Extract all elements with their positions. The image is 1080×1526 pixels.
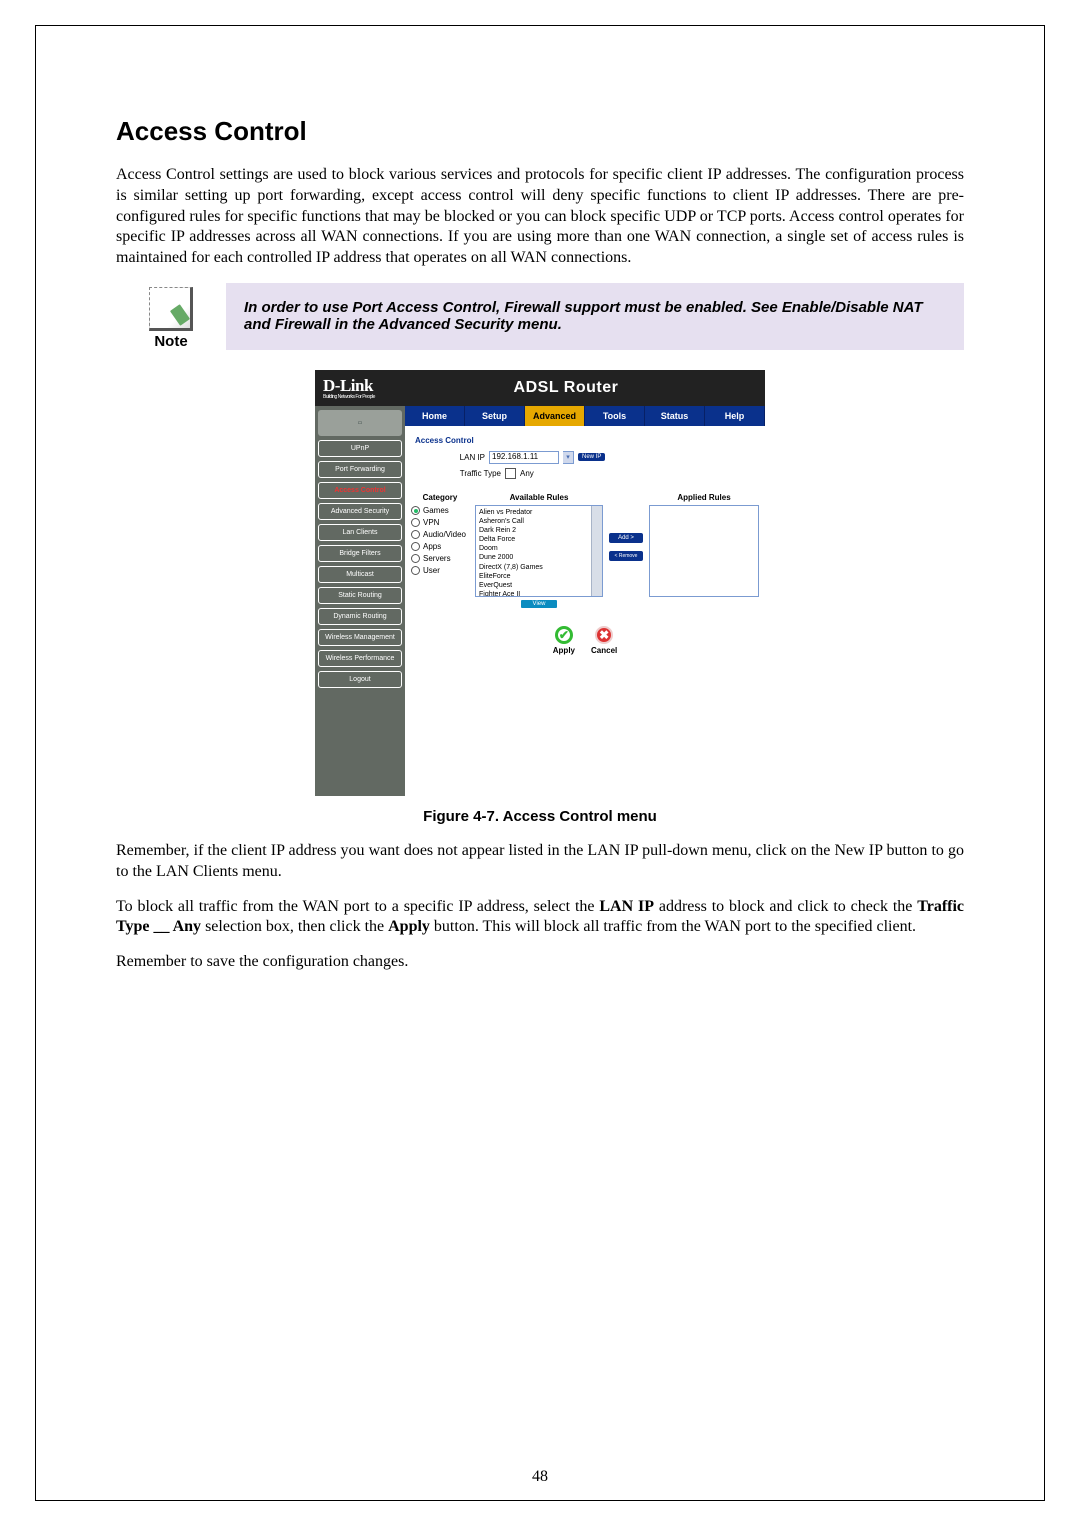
- add-button[interactable]: Add >: [609, 533, 643, 543]
- radio-vpn[interactable]: [411, 518, 420, 527]
- traffic-any-checkbox[interactable]: [505, 468, 516, 479]
- remove-button[interactable]: < Remove: [609, 551, 643, 561]
- sidebar-item-wireless-performance[interactable]: Wireless Performance: [318, 650, 402, 667]
- list-item[interactable]: Alien vs Predator: [479, 508, 599, 517]
- note-label: Note: [116, 333, 226, 350]
- paragraph-block-traffic: To block all traffic from the WAN port t…: [116, 897, 964, 939]
- close-icon: ✖: [595, 626, 613, 644]
- radio-servers[interactable]: [411, 554, 420, 563]
- page-heading: Access Control: [116, 116, 964, 147]
- list-item[interactable]: Fighter Ace II: [479, 590, 599, 597]
- tab-status[interactable]: Status: [645, 406, 705, 426]
- category-header: Category: [411, 493, 469, 502]
- radio-audiovideo[interactable]: [411, 530, 420, 539]
- radio-apps[interactable]: [411, 542, 420, 551]
- sidebar-item-multicast[interactable]: Multicast: [318, 566, 402, 583]
- paragraph-remember-ip: Remember, if the client IP address you w…: [116, 841, 964, 883]
- list-item[interactable]: EverQuest: [479, 581, 599, 590]
- applied-rules-list[interactable]: [649, 505, 759, 597]
- traffic-any-label: Any: [520, 469, 534, 478]
- top-tabs: Home Setup Advanced Tools Status Help: [405, 406, 765, 426]
- list-item[interactable]: Dune 2000: [479, 553, 599, 562]
- sidebar-item-advanced-security[interactable]: Advanced Security: [318, 503, 402, 520]
- tab-tools[interactable]: Tools: [585, 406, 645, 426]
- sidebar-item-lan-clients[interactable]: Lan Clients: [318, 524, 402, 541]
- sidebar-item-static-routing[interactable]: Static Routing: [318, 587, 402, 604]
- note-text: In order to use Port Access Control, Fir…: [226, 283, 964, 350]
- router-screenshot: D-Link Building Networks For People ADSL…: [315, 370, 765, 796]
- sidebar-item-dynamic-routing[interactable]: Dynamic Routing: [318, 608, 402, 625]
- tab-help[interactable]: Help: [705, 406, 765, 426]
- chevron-down-icon[interactable]: ▾: [563, 451, 574, 464]
- sidebar-item-logout[interactable]: Logout: [318, 671, 402, 688]
- list-item[interactable]: EliteForce: [479, 572, 599, 581]
- figure-caption: Figure 4-7. Access Control menu: [116, 808, 964, 825]
- category-list: Games VPN Audio/Video Apps Servers User: [411, 505, 469, 577]
- router-sidebar: ▭ UPnP Port Forwarding Access Control Ad…: [315, 406, 405, 796]
- applied-rules-header: Applied Rules: [649, 493, 759, 502]
- section-title: Access Control: [405, 426, 765, 451]
- paragraph-save: Remember to save the configuration chang…: [116, 952, 964, 973]
- router-logo: D-Link Building Networks For People: [323, 376, 375, 400]
- tab-advanced[interactable]: Advanced: [525, 406, 585, 426]
- available-rules-header: Available Rules: [475, 493, 603, 502]
- new-ip-button[interactable]: New IP: [578, 453, 605, 461]
- lan-ip-label: LAN IP: [445, 453, 485, 462]
- tab-setup[interactable]: Setup: [465, 406, 525, 426]
- sidebar-item-port-forwarding[interactable]: Port Forwarding: [318, 461, 402, 478]
- traffic-type-label: Traffic Type: [445, 469, 501, 478]
- note-icon: [149, 287, 193, 331]
- apply-button[interactable]: ✔ Apply: [553, 626, 575, 655]
- list-item[interactable]: DirectX (7,8) Games: [479, 563, 599, 572]
- view-button[interactable]: View: [521, 600, 557, 608]
- sidebar-item-wireless-management[interactable]: Wireless Management: [318, 629, 402, 646]
- radio-user[interactable]: [411, 566, 420, 575]
- tab-home[interactable]: Home: [405, 406, 465, 426]
- lan-ip-select[interactable]: 192.168.1.11: [489, 451, 559, 464]
- list-item[interactable]: Asheron's Call: [479, 517, 599, 526]
- sidebar-item-bridge-filters[interactable]: Bridge Filters: [318, 545, 402, 562]
- router-device-image: ▭: [318, 410, 402, 436]
- scrollbar[interactable]: [591, 506, 602, 596]
- sidebar-item-upnp[interactable]: UPnP: [318, 440, 402, 457]
- list-item[interactable]: Delta Force: [479, 535, 599, 544]
- radio-games[interactable]: [411, 506, 420, 515]
- page-number: 48: [36, 1468, 1044, 1486]
- available-rules-list[interactable]: Alien vs Predator Asheron's Call Dark Re…: [475, 505, 603, 597]
- cancel-button[interactable]: ✖ Cancel: [591, 626, 617, 655]
- router-title: ADSL Router: [375, 379, 757, 397]
- check-icon: ✔: [555, 626, 573, 644]
- list-item[interactable]: Dark Rein 2: [479, 526, 599, 535]
- sidebar-item-access-control[interactable]: Access Control: [318, 482, 402, 499]
- intro-paragraph: Access Control settings are used to bloc…: [116, 165, 964, 269]
- note-block: Note In order to use Port Access Control…: [116, 283, 964, 350]
- list-item[interactable]: Doom: [479, 544, 599, 553]
